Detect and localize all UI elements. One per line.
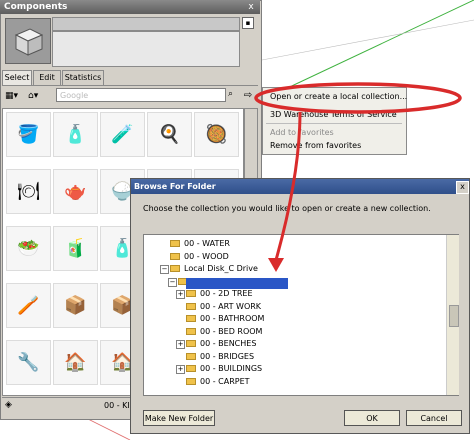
red-annotation-overlay xyxy=(254,82,462,272)
